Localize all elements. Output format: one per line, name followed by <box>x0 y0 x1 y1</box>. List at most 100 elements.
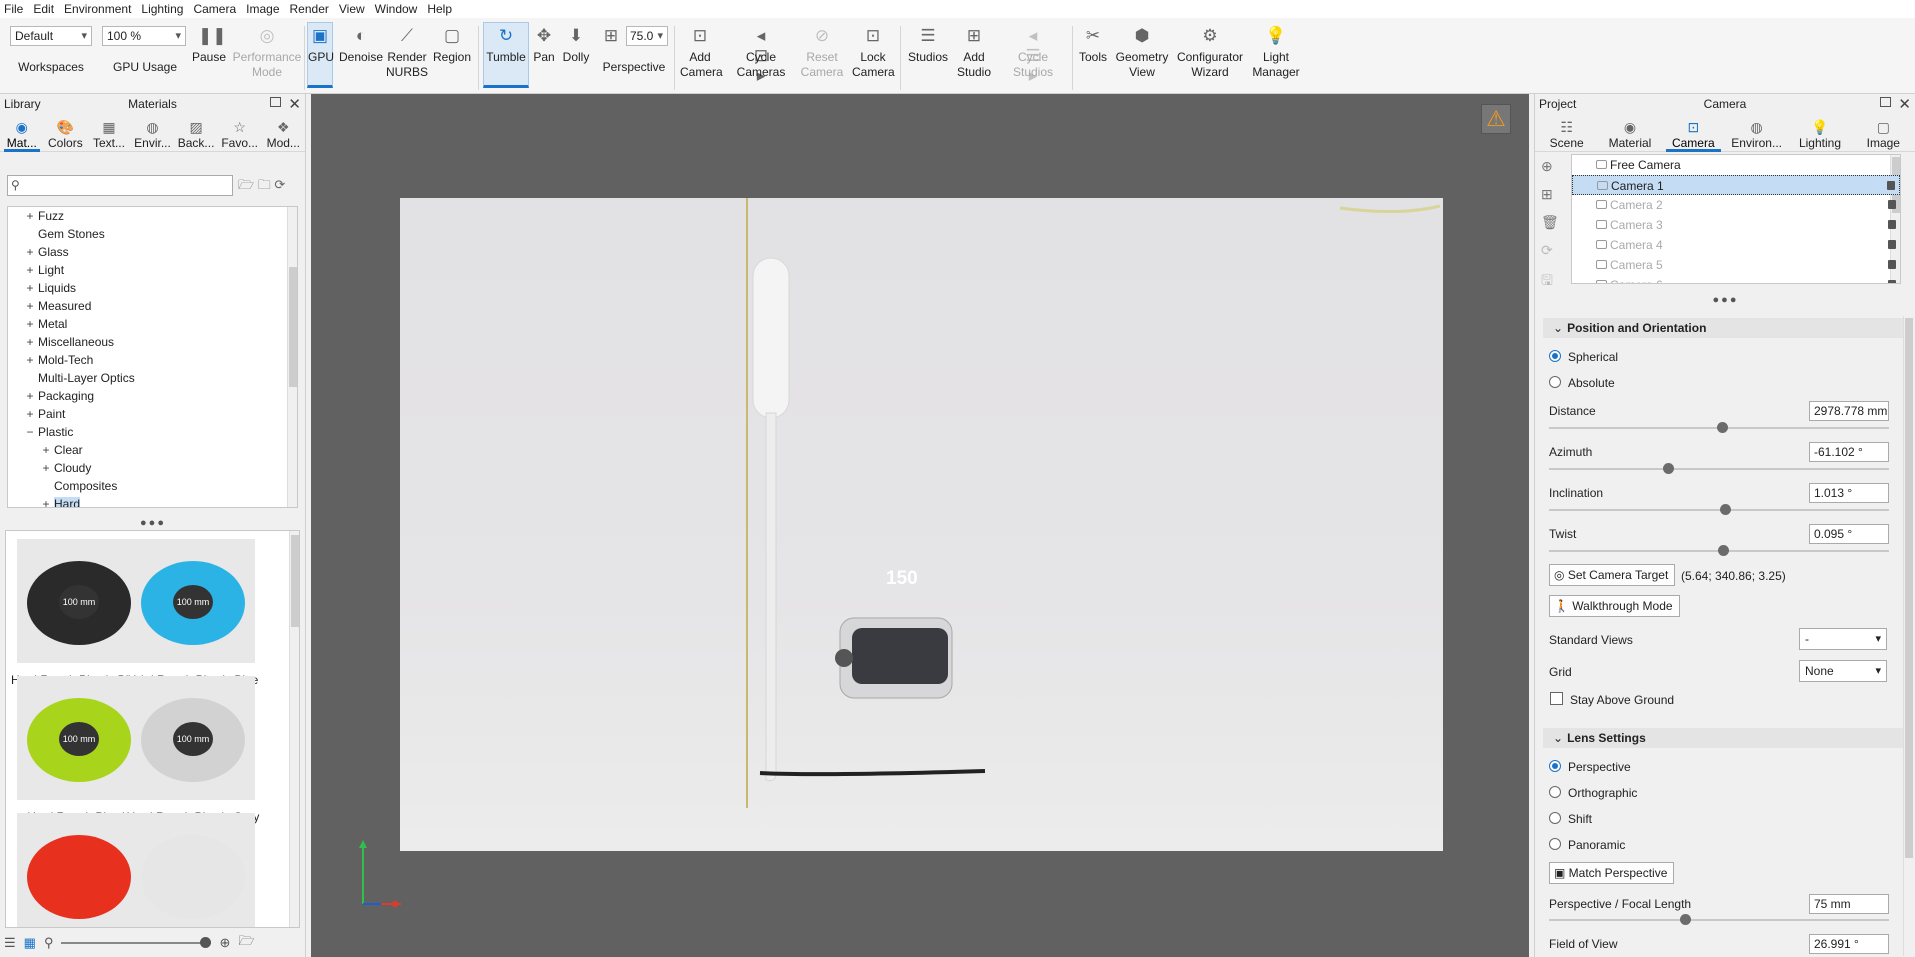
menu-render[interactable]: Render <box>290 2 329 16</box>
tree-item[interactable]: + Light <box>8 261 297 279</box>
tab-models[interactable]: ❖ Mod... <box>261 114 305 151</box>
perspective-value-field[interactable]: 75.0 <box>626 26 668 46</box>
tools-button[interactable]: ✂ Tools <box>1078 26 1108 65</box>
tree-item[interactable]: + Glass <box>8 243 297 261</box>
pan-button[interactable]: ✥ Pan <box>532 26 556 65</box>
material-card[interactable]: 100 mmHard Rough Plastic Blue <box>124 539 262 689</box>
field-of-view-field[interactable]: 26.991 ° <box>1809 934 1889 954</box>
close-icon[interactable]: ✕ <box>288 95 301 113</box>
refresh-icon[interactable]: ⟳ <box>274 177 285 192</box>
tree-item[interactable]: + Clear <box>8 441 297 459</box>
menu-environment[interactable]: Environment <box>64 2 131 16</box>
add-camera-button[interactable]: ⊡ Add Camera <box>680 26 723 80</box>
grid-scrollbar[interactable] <box>289 531 299 927</box>
expand-toggle-icon[interactable]: + <box>24 297 36 315</box>
tab-materials[interactable]: ◉ Mat... <box>0 114 44 152</box>
library-search-input[interactable]: ⚲ <box>7 175 233 196</box>
expand-toggle-icon[interactable]: + <box>24 315 36 333</box>
lock-icon[interactable] <box>1888 220 1896 229</box>
tree-item[interactable]: Multi-Layer Optics <box>8 369 297 387</box>
focal-length-slider[interactable] <box>1549 914 1889 925</box>
expand-toggle-icon[interactable]: + <box>24 405 36 423</box>
add-camera-icon[interactable]: ⊕ <box>1541 158 1563 186</box>
performance-mode-button[interactable]: ◎ Performance Mode <box>232 26 302 80</box>
walkthrough-mode-button[interactable]: 🚶 Walkthrough Mode <box>1549 595 1680 617</box>
orthographic-radio[interactable] <box>1549 786 1561 798</box>
download-icon[interactable]: ⊕ <box>219 935 230 951</box>
lock-icon[interactable] <box>1888 240 1896 249</box>
expand-toggle-icon[interactable]: + <box>40 441 52 459</box>
render-viewport[interactable]: 150 ⚠ <box>311 94 1529 957</box>
render-image[interactable]: 150 <box>400 198 1443 851</box>
workspace-select[interactable]: Default <box>10 26 92 46</box>
inclination-slider[interactable] <box>1549 504 1889 515</box>
tab-textures[interactable]: ▦ Text... <box>87 114 131 151</box>
expand-toggle-icon[interactable]: + <box>40 495 52 507</box>
tab-environment[interactable]: ◍ Environ... <box>1725 114 1788 151</box>
material-card[interactable]: 100 mmHard Rough Plastic Grey <box>124 676 262 826</box>
tree-item[interactable]: Composites <box>8 477 297 495</box>
cycle-cameras-button[interactable]: ◂ ⊡ ▸ Cycle Cameras <box>728 26 794 85</box>
splitter-handle[interactable]: ●●● <box>0 517 306 529</box>
menu-camera[interactable]: Camera <box>193 2 236 16</box>
folder-icon[interactable]: 🗁 <box>238 932 254 954</box>
lock-camera-button[interactable]: ⊡ Lock Camera <box>852 26 895 80</box>
tab-environments[interactable]: ◍ Envir... <box>131 114 175 151</box>
tree-item[interactable]: + Cloudy <box>8 459 297 477</box>
menu-edit[interactable]: Edit <box>33 2 54 16</box>
lock-icon[interactable] <box>1888 200 1896 209</box>
tab-lighting[interactable]: 💡 Lighting <box>1788 114 1851 151</box>
zoom-select[interactable]: 100 % <box>102 26 186 46</box>
lock-icon[interactable] <box>1888 280 1896 283</box>
tree-item[interactable]: − Plastic <box>8 423 297 441</box>
tree-item[interactable]: + Packaging <box>8 387 297 405</box>
expand-toggle-icon[interactable]: + <box>24 261 36 279</box>
expand-toggle-icon[interactable]: + <box>24 207 36 225</box>
menu-view[interactable]: View <box>339 2 365 16</box>
perspective-radio[interactable] <box>1549 760 1561 772</box>
expand-toggle-icon[interactable]: − <box>24 423 36 441</box>
reset-icon[interactable]: ⟳ <box>1541 242 1563 270</box>
set-camera-target-button[interactable]: ◎ Set Camera Target <box>1549 564 1676 586</box>
shift-radio[interactable] <box>1549 812 1561 824</box>
thumbnail-size-slider[interactable] <box>61 937 212 948</box>
close-icon[interactable]: ✕ <box>1898 95 1911 113</box>
material-card[interactable] <box>124 813 262 927</box>
azimuth-field[interactable]: -61.102 ° <box>1809 442 1889 462</box>
warning-icon[interactable]: ⚠ <box>1481 104 1511 134</box>
cycle-studios-button[interactable]: ◂ ☰ ▸ Cycle Studios <box>1002 26 1064 85</box>
match-perspective-button[interactable]: ▣ Match Perspective <box>1549 862 1675 884</box>
lens-settings-section[interactable]: Lens Settings <box>1543 728 1903 748</box>
azimuth-slider[interactable] <box>1549 463 1889 474</box>
stay-above-ground-checkbox[interactable] <box>1550 692 1563 705</box>
open-folder-icon[interactable]: 🗁 <box>238 177 254 192</box>
absolute-radio[interactable] <box>1549 376 1561 388</box>
denoise-button[interactable]: ◐ Denoise <box>338 26 384 65</box>
lock-icon[interactable] <box>1887 181 1895 190</box>
menu-help[interactable]: Help <box>427 2 452 16</box>
grid-view-icon[interactable]: ▦ <box>24 935 36 951</box>
configurator-wizard-button[interactable]: ⚙ Configurator Wizard <box>1174 26 1246 80</box>
studios-button[interactable]: ☰ Studios <box>906 26 950 65</box>
tree-item[interactable]: + Measured <box>8 297 297 315</box>
camera-list-item[interactable]: Camera 3 <box>1572 215 1900 235</box>
menu-lighting[interactable]: Lighting <box>141 2 183 16</box>
focal-length-field[interactable]: 75 mm <box>1809 894 1889 914</box>
inclination-field[interactable]: 1.013 ° <box>1809 483 1889 503</box>
float-icon[interactable] <box>270 97 281 107</box>
standard-views-dropdown[interactable]: - <box>1799 628 1887 650</box>
tumble-button[interactable]: ↻ Tumble <box>483 22 529 88</box>
splitter-handle[interactable]: ●●● <box>1535 294 1915 306</box>
position-orientation-section[interactable]: Position and Orientation <box>1543 318 1903 338</box>
tab-material[interactable]: ◉ Material <box>1598 114 1661 151</box>
lock-icon[interactable] <box>1888 260 1896 269</box>
gpu-button[interactable]: ▣ GPU <box>307 22 334 88</box>
menu-window[interactable]: Window <box>375 2 418 16</box>
tab-favorites[interactable]: ☆ Favo... <box>218 114 262 151</box>
camera-list-item[interactable]: Camera 6 <box>1572 275 1900 283</box>
folder-add-icon[interactable]: 🗀 <box>258 177 271 192</box>
grid-dropdown[interactable]: None <box>1799 660 1887 682</box>
tab-camera[interactable]: ⊡ Camera <box>1662 114 1725 152</box>
float-icon[interactable] <box>1880 97 1891 107</box>
tree-item[interactable]: Gem Stones <box>8 225 297 243</box>
